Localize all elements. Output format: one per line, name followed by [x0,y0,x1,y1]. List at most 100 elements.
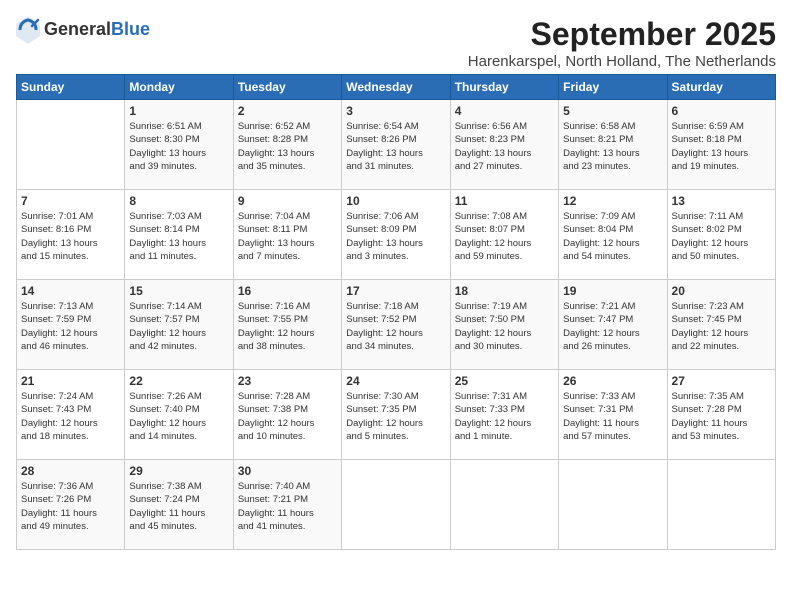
calendar-cell: 25Sunrise: 7:31 AM Sunset: 7:33 PM Dayli… [450,370,558,460]
calendar-cell: 21 Sunrise: 7:24 AM Sunset: 7:43 PM Dayli… [17,370,125,460]
cell-info: Sunrise: 7:36 AM Sunset: 7:26 PM Dayligh… [21,480,120,533]
calendar-cell: 12 Sunrise: 7:09 AM Sunset: 8:04 PM Dayli… [559,190,667,280]
cell-info: Sunrise: 7:18 AM Sunset: 7:52 PM Dayligh… [346,300,445,353]
cell-info: Sunrise: 7:26 AM Sunset: 7:40 PM Dayligh… [129,390,228,443]
calendar-cell: 7 Sunrise: 7:01 AM Sunset: 8:16 PM Daylig… [17,190,125,280]
day-number: 13 [672,194,771,208]
cell-info: Sunrise: 7:04 AM Sunset: 8:11 PM Dayligh… [238,210,337,263]
week-row-3: 14 Sunrise: 7:13 AM Sunset: 7:59 PM Dayli… [17,280,776,370]
calendar-cell [450,460,558,550]
calendar-cell: 19Sunrise: 7:21 AM Sunset: 7:47 PM Dayli… [559,280,667,370]
cell-info: Sunrise: 7:13 AM Sunset: 7:59 PM Dayligh… [21,300,120,353]
day-number: 6 [672,104,771,118]
day-number: 21 [21,374,120,388]
day-number: 3 [346,104,445,118]
day-number: 11 [455,194,554,208]
week-row-4: 21 Sunrise: 7:24 AM Sunset: 7:43 PM Dayli… [17,370,776,460]
logo-icon [16,16,40,44]
calendar-cell: 4 Sunrise: 6:56 AM Sunset: 8:23 PM Daylig… [450,100,558,190]
week-row-5: 28 Sunrise: 7:36 AM Sunset: 7:26 PM Dayli… [17,460,776,550]
day-number: 9 [238,194,337,208]
day-number: 24 [346,374,445,388]
calendar-cell: 24 Sunrise: 7:30 AM Sunset: 7:35 PM Dayli… [342,370,450,460]
day-number: 8 [129,194,228,208]
day-number: 1 [129,104,228,118]
cell-info: Sunrise: 7:09 AM Sunset: 8:04 PM Dayligh… [563,210,662,263]
day-number: 12 [563,194,662,208]
cell-info: Sunrise: 6:56 AM Sunset: 8:23 PM Dayligh… [455,120,554,173]
day-number: 30 [238,464,337,478]
title-block: September 2025 Harenkarspel, North Holla… [468,16,776,70]
calendar-cell [667,460,775,550]
cell-info: Sunrise: 6:54 AM Sunset: 8:26 PM Dayligh… [346,120,445,173]
day-number: 27 [672,374,771,388]
cell-info: Sunrise: 7:19 AM Sunset: 7:50 PM Dayligh… [455,300,554,353]
cell-info: Sunrise: 7:16 AM Sunset: 7:55 PM Dayligh… [238,300,337,353]
day-number: 28 [21,464,120,478]
days-header-row: SundayMondayTuesdayWednesdayThursdayFrid… [17,75,776,100]
cell-info: Sunrise: 7:38 AM Sunset: 7:24 PM Dayligh… [129,480,228,533]
calendar-cell: 26 Sunrise: 7:33 AM Sunset: 7:31 PM Dayli… [559,370,667,460]
calendar-cell: 9 Sunrise: 7:04 AM Sunset: 8:11 PM Daylig… [233,190,341,280]
cell-info: Sunrise: 7:23 AM Sunset: 7:45 PM Dayligh… [672,300,771,353]
cell-info: Sunrise: 7:24 AM Sunset: 7:43 PM Dayligh… [21,390,120,443]
day-number: 5 [563,104,662,118]
calendar-cell: 17 Sunrise: 7:18 AM Sunset: 7:52 PM Dayli… [342,280,450,370]
day-number: 22 [129,374,228,388]
calendar-cell: 6 Sunrise: 6:59 AM Sunset: 8:18 PM Daylig… [667,100,775,190]
day-number: 26 [563,374,662,388]
cell-info: Sunrise: 6:59 AM Sunset: 8:18 PM Dayligh… [672,120,771,173]
day-header-tuesday: Tuesday [233,75,341,100]
day-number: 17 [346,284,445,298]
calendar-cell [17,100,125,190]
calendar-cell: 18 Sunrise: 7:19 AM Sunset: 7:50 PM Dayli… [450,280,558,370]
cell-info: Sunrise: 7:40 AM Sunset: 7:21 PM Dayligh… [238,480,337,533]
calendar-cell: 23 Sunrise: 7:28 AM Sunset: 7:38 PM Dayli… [233,370,341,460]
logo-general-text: General [44,19,111,39]
day-number: 23 [238,374,337,388]
calendar-cell: 16 Sunrise: 7:16 AM Sunset: 7:55 PM Dayli… [233,280,341,370]
cell-info: Sunrise: 7:03 AM Sunset: 8:14 PM Dayligh… [129,210,228,263]
week-row-2: 7 Sunrise: 7:01 AM Sunset: 8:16 PM Daylig… [17,190,776,280]
cell-info: Sunrise: 6:52 AM Sunset: 8:28 PM Dayligh… [238,120,337,173]
day-header-wednesday: Wednesday [342,75,450,100]
calendar-cell: 29 Sunrise: 7:38 AM Sunset: 7:24 PM Dayli… [125,460,233,550]
calendar-cell: 5Sunrise: 6:58 AM Sunset: 8:21 PM Daylig… [559,100,667,190]
cell-info: Sunrise: 7:33 AM Sunset: 7:31 PM Dayligh… [563,390,662,443]
day-number: 29 [129,464,228,478]
cell-info: Sunrise: 7:08 AM Sunset: 8:07 PM Dayligh… [455,210,554,263]
calendar-cell: 2Sunrise: 6:52 AM Sunset: 8:28 PM Daylig… [233,100,341,190]
calendar-cell: 13 Sunrise: 7:11 AM Sunset: 8:02 PM Dayli… [667,190,775,280]
day-header-monday: Monday [125,75,233,100]
calendar-cell: 30 Sunrise: 7:40 AM Sunset: 7:21 PM Dayli… [233,460,341,550]
logo: GeneralBlue [16,16,150,44]
calendar-cell: 27 Sunrise: 7:35 AM Sunset: 7:28 PM Dayli… [667,370,775,460]
cell-info: Sunrise: 7:14 AM Sunset: 7:57 PM Dayligh… [129,300,228,353]
calendar-table: SundayMondayTuesdayWednesdayThursdayFrid… [16,74,776,550]
day-number: 10 [346,194,445,208]
cell-info: Sunrise: 7:11 AM Sunset: 8:02 PM Dayligh… [672,210,771,263]
day-number: 7 [21,194,120,208]
logo-blue-text: Blue [111,19,150,39]
day-number: 4 [455,104,554,118]
day-number: 15 [129,284,228,298]
location-subtitle: Harenkarspel, North Holland, The Netherl… [468,53,776,70]
cell-info: Sunrise: 7:30 AM Sunset: 7:35 PM Dayligh… [346,390,445,443]
cell-info: Sunrise: 7:28 AM Sunset: 7:38 PM Dayligh… [238,390,337,443]
calendar-cell: 3 Sunrise: 6:54 AM Sunset: 8:26 PM Daylig… [342,100,450,190]
day-number: 25 [455,374,554,388]
day-number: 20 [672,284,771,298]
cell-info: Sunrise: 7:35 AM Sunset: 7:28 PM Dayligh… [672,390,771,443]
calendar-cell: 15 Sunrise: 7:14 AM Sunset: 7:57 PM Dayli… [125,280,233,370]
calendar-cell: 28 Sunrise: 7:36 AM Sunset: 7:26 PM Dayli… [17,460,125,550]
day-header-saturday: Saturday [667,75,775,100]
day-number: 18 [455,284,554,298]
cell-info: Sunrise: 7:01 AM Sunset: 8:16 PM Dayligh… [21,210,120,263]
calendar-cell: 20 Sunrise: 7:23 AM Sunset: 7:45 PM Dayli… [667,280,775,370]
day-header-sunday: Sunday [17,75,125,100]
week-row-1: 1Sunrise: 6:51 AM Sunset: 8:30 PM Daylig… [17,100,776,190]
calendar-cell: 11 Sunrise: 7:08 AM Sunset: 8:07 PM Dayli… [450,190,558,280]
calendar-cell: 14 Sunrise: 7:13 AM Sunset: 7:59 PM Dayli… [17,280,125,370]
day-number: 14 [21,284,120,298]
day-number: 16 [238,284,337,298]
